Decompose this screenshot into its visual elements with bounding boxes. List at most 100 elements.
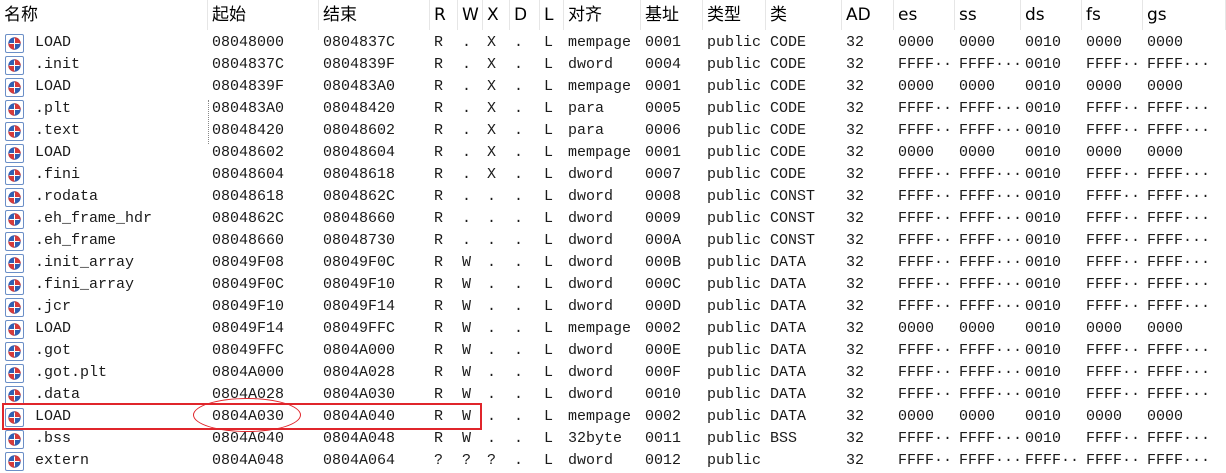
table-row[interactable]: .fini_array 08049F0C 08049F10 R W.. Ldword 000…	[0, 274, 1226, 296]
cell-l: L	[544, 254, 554, 271]
table-row[interactable]: .bss 0804A040 0804A048 R W.. L 32byte 0011 publi…	[0, 428, 1226, 450]
cell-w: .	[462, 100, 472, 117]
cell-ds: 0010	[1025, 386, 1062, 403]
cell-class: CODE	[770, 56, 807, 73]
cell-gs: 0000	[1147, 408, 1184, 425]
column-header-w[interactable]: W	[458, 0, 483, 30]
cell-es: FFFF···	[898, 232, 955, 249]
cell-align: dword	[568, 386, 614, 403]
cell-ss: 0000	[959, 78, 996, 95]
table-row[interactable]: LOAD 08048000 0804837C R. X. Lmempage 0001 publ…	[0, 32, 1226, 54]
column-header-end[interactable]: 结束	[319, 0, 430, 30]
column-header-r[interactable]: R	[430, 0, 458, 30]
segment-icon	[5, 144, 24, 163]
cell-fs: FFFF···	[1086, 166, 1143, 183]
table-row[interactable]: .init 0804837C 0804839F R. X. Ldword 0004 publi…	[0, 54, 1226, 76]
column-header-base[interactable]: 基址	[641, 0, 703, 30]
column-header-ss[interactable]: ss	[955, 0, 1021, 30]
column-header-ds[interactable]: ds	[1021, 0, 1082, 30]
cell-type: public	[707, 254, 762, 271]
cell-align: dword	[568, 232, 614, 249]
cell-base: 0006	[645, 122, 682, 139]
segment-icon	[5, 166, 24, 185]
cell-gs: FFFF···	[1147, 342, 1211, 359]
column-header-name[interactable]: 名称	[0, 0, 208, 30]
column-header-start[interactable]: 起始	[208, 0, 319, 30]
cell-type: public	[707, 188, 762, 205]
segment-icon	[5, 320, 24, 339]
table-row[interactable]: .eh_frame 08048660 08048730 R... Ldword 000A p…	[0, 230, 1226, 252]
cell-end: 0804A000	[323, 342, 396, 359]
column-header-d[interactable]: D	[510, 0, 540, 30]
cell-d: .	[514, 122, 524, 139]
cell-d: .	[514, 408, 524, 425]
table-row[interactable]: .fini 08048604 08048618 R. X. Ldword 0007 publi…	[0, 164, 1226, 186]
cell-class: DATA	[770, 298, 807, 315]
cell-start: 0804A000	[212, 364, 285, 381]
table-row[interactable]: LOAD 08048602 08048604 R. X. Lmempage 0001 publ…	[0, 142, 1226, 164]
table-row[interactable]: .eh_frame_hdr 0804862C 08048660 R... Ldword 0…	[0, 208, 1226, 230]
column-header-ad[interactable]: AD	[842, 0, 894, 30]
table-row[interactable]: .got 08049FFC 0804A000 R W.. Ldword 000E public…	[0, 340, 1226, 362]
cell-base: 000A	[645, 232, 682, 249]
table-row[interactable]: .got.plt 0804A000 0804A028 R W.. Ldword 000F pu…	[0, 362, 1226, 384]
cell-base: 000C	[645, 276, 682, 293]
table-row[interactable]: .init_array 08049F08 08049F0C R W.. Ldword 000…	[0, 252, 1226, 274]
cell-ds: 0010	[1025, 408, 1062, 425]
column-header-gs[interactable]: gs	[1143, 0, 1226, 30]
cell-type: public	[707, 386, 762, 403]
table-row[interactable]: .rodata 08048618 0804862C R... Ldword 0008 pub…	[0, 186, 1226, 208]
column-header-fs[interactable]: fs	[1082, 0, 1143, 30]
table-row[interactable]: .plt 080483A0 08048420 R. X. Lpara 0005 public C…	[0, 98, 1226, 120]
column-header-x[interactable]: X	[483, 0, 510, 30]
cell-gs: FFFF···	[1147, 386, 1211, 403]
column-header-l[interactable]: L	[540, 0, 564, 30]
cell-es: FFFF···	[898, 430, 955, 447]
cell-ad: 32	[846, 408, 865, 425]
cell-type: public	[707, 144, 762, 161]
cell-es: 0000	[898, 320, 935, 337]
cell-class: DATA	[770, 408, 807, 425]
cell-fs: FFFF···	[1086, 56, 1143, 73]
cell-l: L	[544, 342, 554, 359]
cell-gs: FFFF···	[1147, 452, 1211, 469]
segments-table: 名称 起始 结束 R W X D L 对齐 基址 类型类 AD es ss ds fs gs LOAD 080480…	[0, 0, 1226, 473]
cell-es: FFFF···	[898, 364, 955, 381]
cell-base: 0007	[645, 166, 682, 183]
cell-l: L	[544, 122, 554, 139]
table-row[interactable]: LOAD 0804839F 080483A0 R. X. Lmempage 0001 publ…	[0, 76, 1226, 98]
table-row[interactable]: extern 0804A048 0804A064???. Ldword 0012 publ…	[0, 450, 1226, 472]
cell-w: W	[462, 364, 472, 381]
table-row[interactable]: .jcr 08049F10 08049F14 R W.. Ldword 000D public…	[0, 296, 1226, 318]
table-row[interactable]: .text 08048420 08048602 R. X. Lpara 0006 public…	[0, 120, 1226, 142]
cell-x: X	[487, 34, 497, 51]
cell-x: X	[487, 78, 497, 95]
cell-l: L	[544, 298, 554, 315]
cell-d: .	[514, 386, 524, 403]
cell-x: .	[487, 408, 497, 425]
cell-type: public	[707, 166, 762, 183]
cell-es: 0000	[898, 144, 935, 161]
column-header-class[interactable]: 类	[766, 0, 842, 30]
cell-name: LOAD	[35, 144, 72, 161]
cell-d: .	[514, 34, 524, 51]
cell-fs: FFFF···	[1086, 210, 1143, 227]
cell-ds: 0010	[1025, 298, 1062, 315]
cell-es: FFFF···	[898, 188, 955, 205]
cell-d: .	[514, 298, 524, 315]
column-header-es[interactable]: es	[894, 0, 955, 30]
cell-ss: FFFF···	[959, 210, 1021, 227]
table-row[interactable]: LOAD 08049F14 08049FFC R W.. Lmempage 0002 publ…	[0, 318, 1226, 340]
cell-ss: FFFF···	[959, 254, 1021, 271]
cell-type: public	[707, 232, 762, 249]
cell-ds: 0010	[1025, 320, 1062, 337]
cell-align: para	[568, 122, 605, 139]
cell-w: W	[462, 320, 472, 337]
cell-ds: 0010	[1025, 100, 1062, 117]
cell-ad: 32	[846, 386, 865, 403]
cell-ss: FFFF···	[959, 56, 1021, 73]
cell-ad: 32	[846, 34, 865, 51]
column-header-type[interactable]: 类型	[703, 0, 766, 30]
column-header-align[interactable]: 对齐	[564, 0, 641, 30]
cell-type: public	[707, 452, 762, 469]
